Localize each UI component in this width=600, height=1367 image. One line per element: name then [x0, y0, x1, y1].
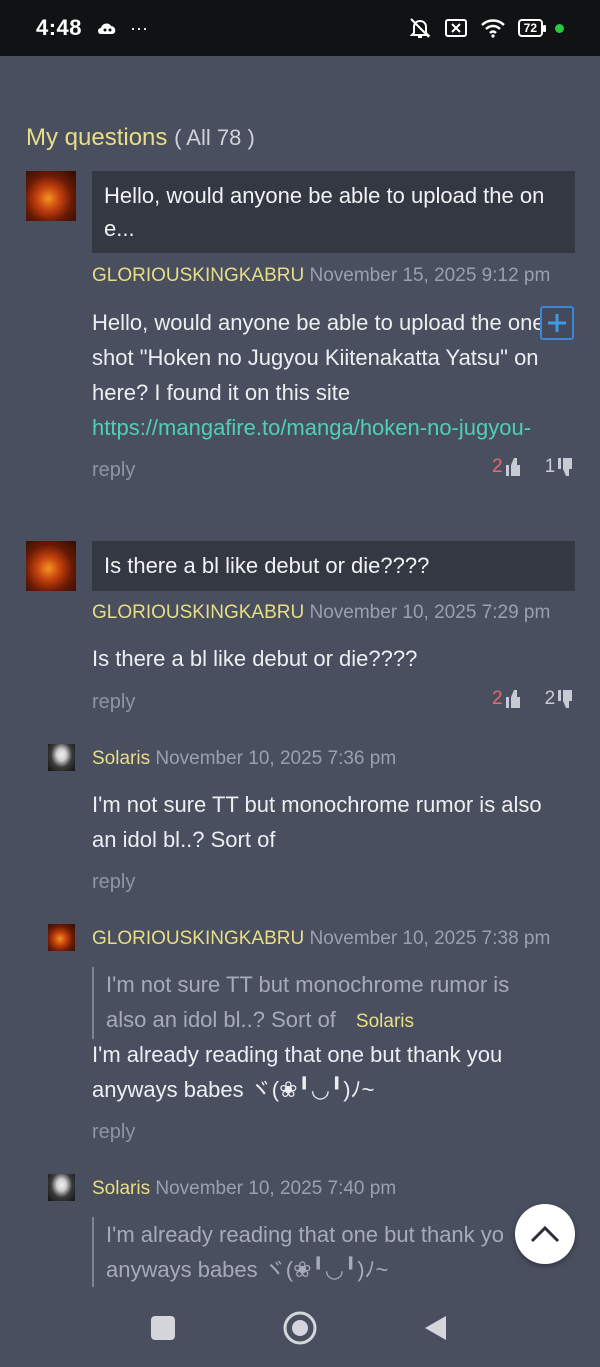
comment-meta: GLORIOUSKINGKABRU November 10, 2025 7:38…	[92, 928, 550, 950]
cloud-game-icon	[98, 23, 116, 34]
avatar[interactable]	[48, 924, 75, 951]
question-summary-line: e...	[104, 216, 135, 241]
avatar[interactable]	[26, 541, 76, 591]
thumbs-down-icon	[558, 458, 573, 476]
thumbs-up-icon	[505, 690, 520, 708]
comment-meta: Solaris November 10, 2025 7:36 pm	[92, 748, 396, 770]
page-title: My questions ( All 78 )	[26, 124, 255, 152]
upvote-button[interactable]: 2	[492, 456, 521, 478]
comment-body-line: anyways babes ヾ(❀╹◡╹)ﾉ~	[92, 1077, 375, 1102]
avatar[interactable]	[48, 744, 75, 771]
question-summary-box[interactable]: Is there a bl like debut or die????	[92, 541, 575, 591]
username-link[interactable]: Solaris	[92, 748, 150, 769]
external-link[interactable]: https://mangafire.to/manga/hoken-no-jugy…	[92, 410, 576, 445]
comment-body-line: I'm not sure TT but monochrome rumor is …	[92, 792, 542, 817]
quote-line: I'm already reading that one but thank y…	[106, 1222, 505, 1247]
privacy-indicator-dot	[555, 23, 564, 33]
upvote-button[interactable]: 2	[492, 688, 521, 710]
reply-button[interactable]: reply	[92, 1121, 135, 1144]
username-link[interactable]: GLORIOUSKINGKABRU	[92, 602, 304, 623]
quote-line: anyways babes ヾ(❀╹◡╹)ﾉ~	[106, 1257, 389, 1282]
add-button[interactable]	[540, 306, 574, 340]
comment-meta: GLORIOUSKINGKABRU November 15, 2025 9:12…	[92, 265, 550, 287]
back-button[interactable]	[425, 1316, 446, 1340]
question-summary-box[interactable]: Hello, would anyone be able to upload th…	[92, 171, 575, 253]
upvote-count: 2	[492, 456, 503, 477]
comment-date: November 10, 2025 7:29 pm	[309, 602, 551, 623]
thumbs-up-icon	[505, 458, 520, 476]
battery-icon: 72	[517, 19, 547, 37]
quote-author[interactable]: Solaris	[356, 1011, 414, 1032]
username-link[interactable]: Solaris	[92, 1178, 150, 1199]
quoted-comment: I'm not sure TT but monochrome rumor is …	[92, 967, 576, 1039]
upvote-count: 2	[492, 688, 503, 709]
comment-date: November 15, 2025 9:12 pm	[309, 265, 551, 286]
question-count: ( All 78 )	[174, 125, 255, 150]
quote-line-with-author: also an idol bl..? Sort of Solaris	[106, 1002, 576, 1039]
no-sim-icon	[444, 19, 467, 37]
wifi-icon	[480, 19, 505, 38]
reply-button[interactable]: reply	[92, 459, 135, 482]
quoted-comment: I'm already reading that one but thank y…	[92, 1217, 512, 1287]
avatar[interactable]	[48, 1174, 75, 1201]
downvote-button[interactable]: 2	[545, 688, 574, 710]
comment-body-line: an idol bl..? Sort of	[92, 827, 276, 852]
comment-date: November 10, 2025 7:40 pm	[155, 1178, 397, 1199]
comment-body: Is there a bl like debut or die????	[92, 646, 418, 671]
comment-body-line: here? I found it on this site	[92, 380, 351, 405]
comment-meta: Solaris November 10, 2025 7:40 pm	[92, 1178, 396, 1200]
username-link[interactable]: GLORIOUSKINGKABRU	[92, 928, 304, 949]
reply-button[interactable]: reply	[92, 691, 135, 714]
comment-body-line: shot "Hoken no Jugyou Kiitenakatta Yatsu…	[92, 345, 539, 370]
system-navigation-bar	[0, 1292, 600, 1367]
question-summary-line: Hello, would anyone be able to upload th…	[104, 183, 545, 208]
username-link[interactable]: GLORIOUSKINGKABRU	[92, 265, 304, 286]
comment-body: I'm not sure TT but monochrome rumor is …	[92, 787, 582, 857]
home-button[interactable]	[283, 1311, 317, 1345]
status-bar: 4:48 ··· 72	[0, 0, 600, 56]
page-title-text: My questions	[26, 124, 168, 151]
bell-off-icon	[409, 18, 431, 38]
thumbs-down-icon	[558, 690, 573, 708]
comment-body: Hello, would anyone be able to upload th…	[92, 305, 576, 445]
vote-controls: 2 1	[492, 456, 573, 478]
downvote-count: 1	[544, 456, 556, 477]
comment-body: I'm already reading that one but thank y…	[92, 1037, 576, 1107]
status-time: 4:48	[36, 15, 83, 40]
comment-body-line: Hello, would anyone be able to upload th…	[92, 310, 545, 335]
comment-meta: GLORIOUSKINGKABRU November 10, 2025 7:29…	[92, 602, 550, 624]
recents-button[interactable]	[151, 1316, 175, 1340]
status-left-icons: ···	[96, 18, 148, 39]
vote-controls: 2 2	[492, 688, 573, 710]
more-dots-icon: ···	[130, 17, 149, 38]
quote-line: I'm not sure TT but monochrome rumor is	[106, 972, 510, 997]
downvote-button[interactable]: 1	[545, 456, 574, 478]
scroll-to-top-button[interactable]	[515, 1204, 575, 1264]
quote-line: also an idol bl..? Sort of	[106, 1007, 336, 1032]
question-summary-line: Is there a bl like debut or die????	[104, 553, 430, 578]
avatar[interactable]	[26, 171, 76, 221]
comment-body-line: I'm already reading that one but thank y…	[92, 1042, 503, 1067]
comment-date: November 10, 2025 7:36 pm	[155, 748, 397, 769]
chevron-up-icon	[530, 1225, 560, 1243]
reply-button[interactable]: reply	[92, 871, 135, 894]
downvote-count: 2	[544, 688, 556, 709]
plus-icon	[548, 314, 566, 332]
comment-date: November 10, 2025 7:38 pm	[309, 928, 551, 949]
